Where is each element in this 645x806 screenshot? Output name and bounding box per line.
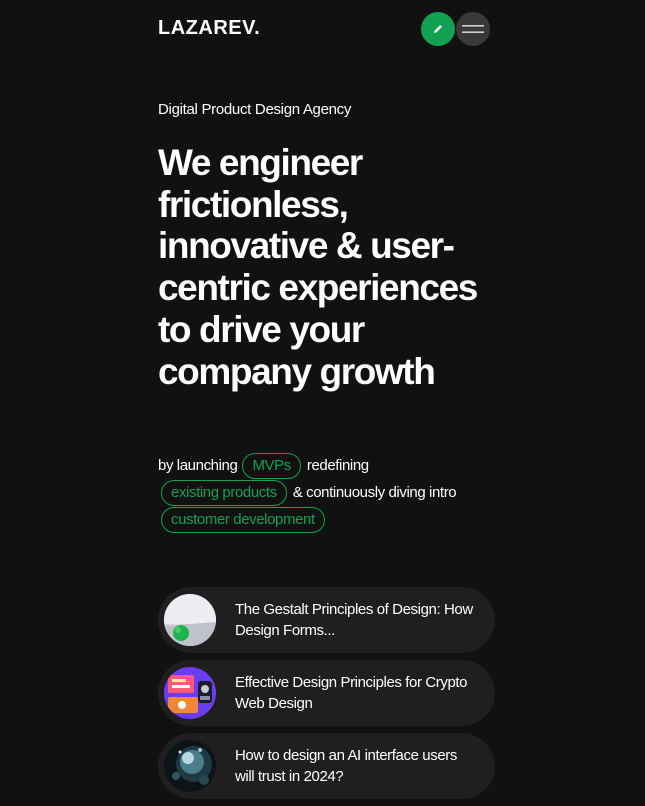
mvps-pill[interactable]: MVPs [242, 452, 301, 479]
subtext-line: existing products & continuously diving … [158, 479, 498, 506]
subtext-line: customer development [158, 506, 498, 533]
hamburger-icon [462, 25, 484, 33]
article-title: How to design an AI interface users will… [235, 747, 457, 785]
page-title: We engineer frictionless, innovative & u… [158, 142, 478, 392]
article-title: Effective Design Principles for Crypto W… [235, 674, 468, 712]
article-title: The Gestalt Principles of Design: How De… [235, 601, 473, 639]
article-thumbnail [164, 740, 216, 792]
article-thumbnail [164, 594, 216, 646]
site-header: LAZAREV. [158, 10, 491, 46]
article-card-gestalt[interactable]: The Gestalt Principles of Design: How De… [158, 587, 495, 653]
subtext-line: by launching MVPs redefining [158, 452, 498, 479]
article-thumbnail [164, 667, 216, 719]
subtext-after: & continuously diving intro [292, 484, 457, 501]
hero-subtext: by launching MVPs redefining existing pr… [158, 452, 498, 533]
article-list: The Gestalt Principles of Design: How De… [158, 587, 495, 806]
logo[interactable]: LAZAREV. [158, 17, 260, 40]
subtext-prefix: by launching [158, 457, 238, 474]
customer-development-pill[interactable]: customer development [161, 506, 325, 533]
pencil-icon [434, 25, 442, 33]
subtext-middle: redefining [306, 457, 369, 474]
tagline: Digital Product Design Agency [158, 101, 352, 118]
existing-products-pill[interactable]: existing products [161, 479, 287, 506]
article-card-ai[interactable]: How to design an AI interface users will… [158, 733, 495, 799]
menu-button[interactable] [456, 12, 490, 46]
edit-button[interactable] [421, 12, 455, 46]
article-card-crypto[interactable]: Effective Design Principles for Crypto W… [158, 660, 495, 726]
